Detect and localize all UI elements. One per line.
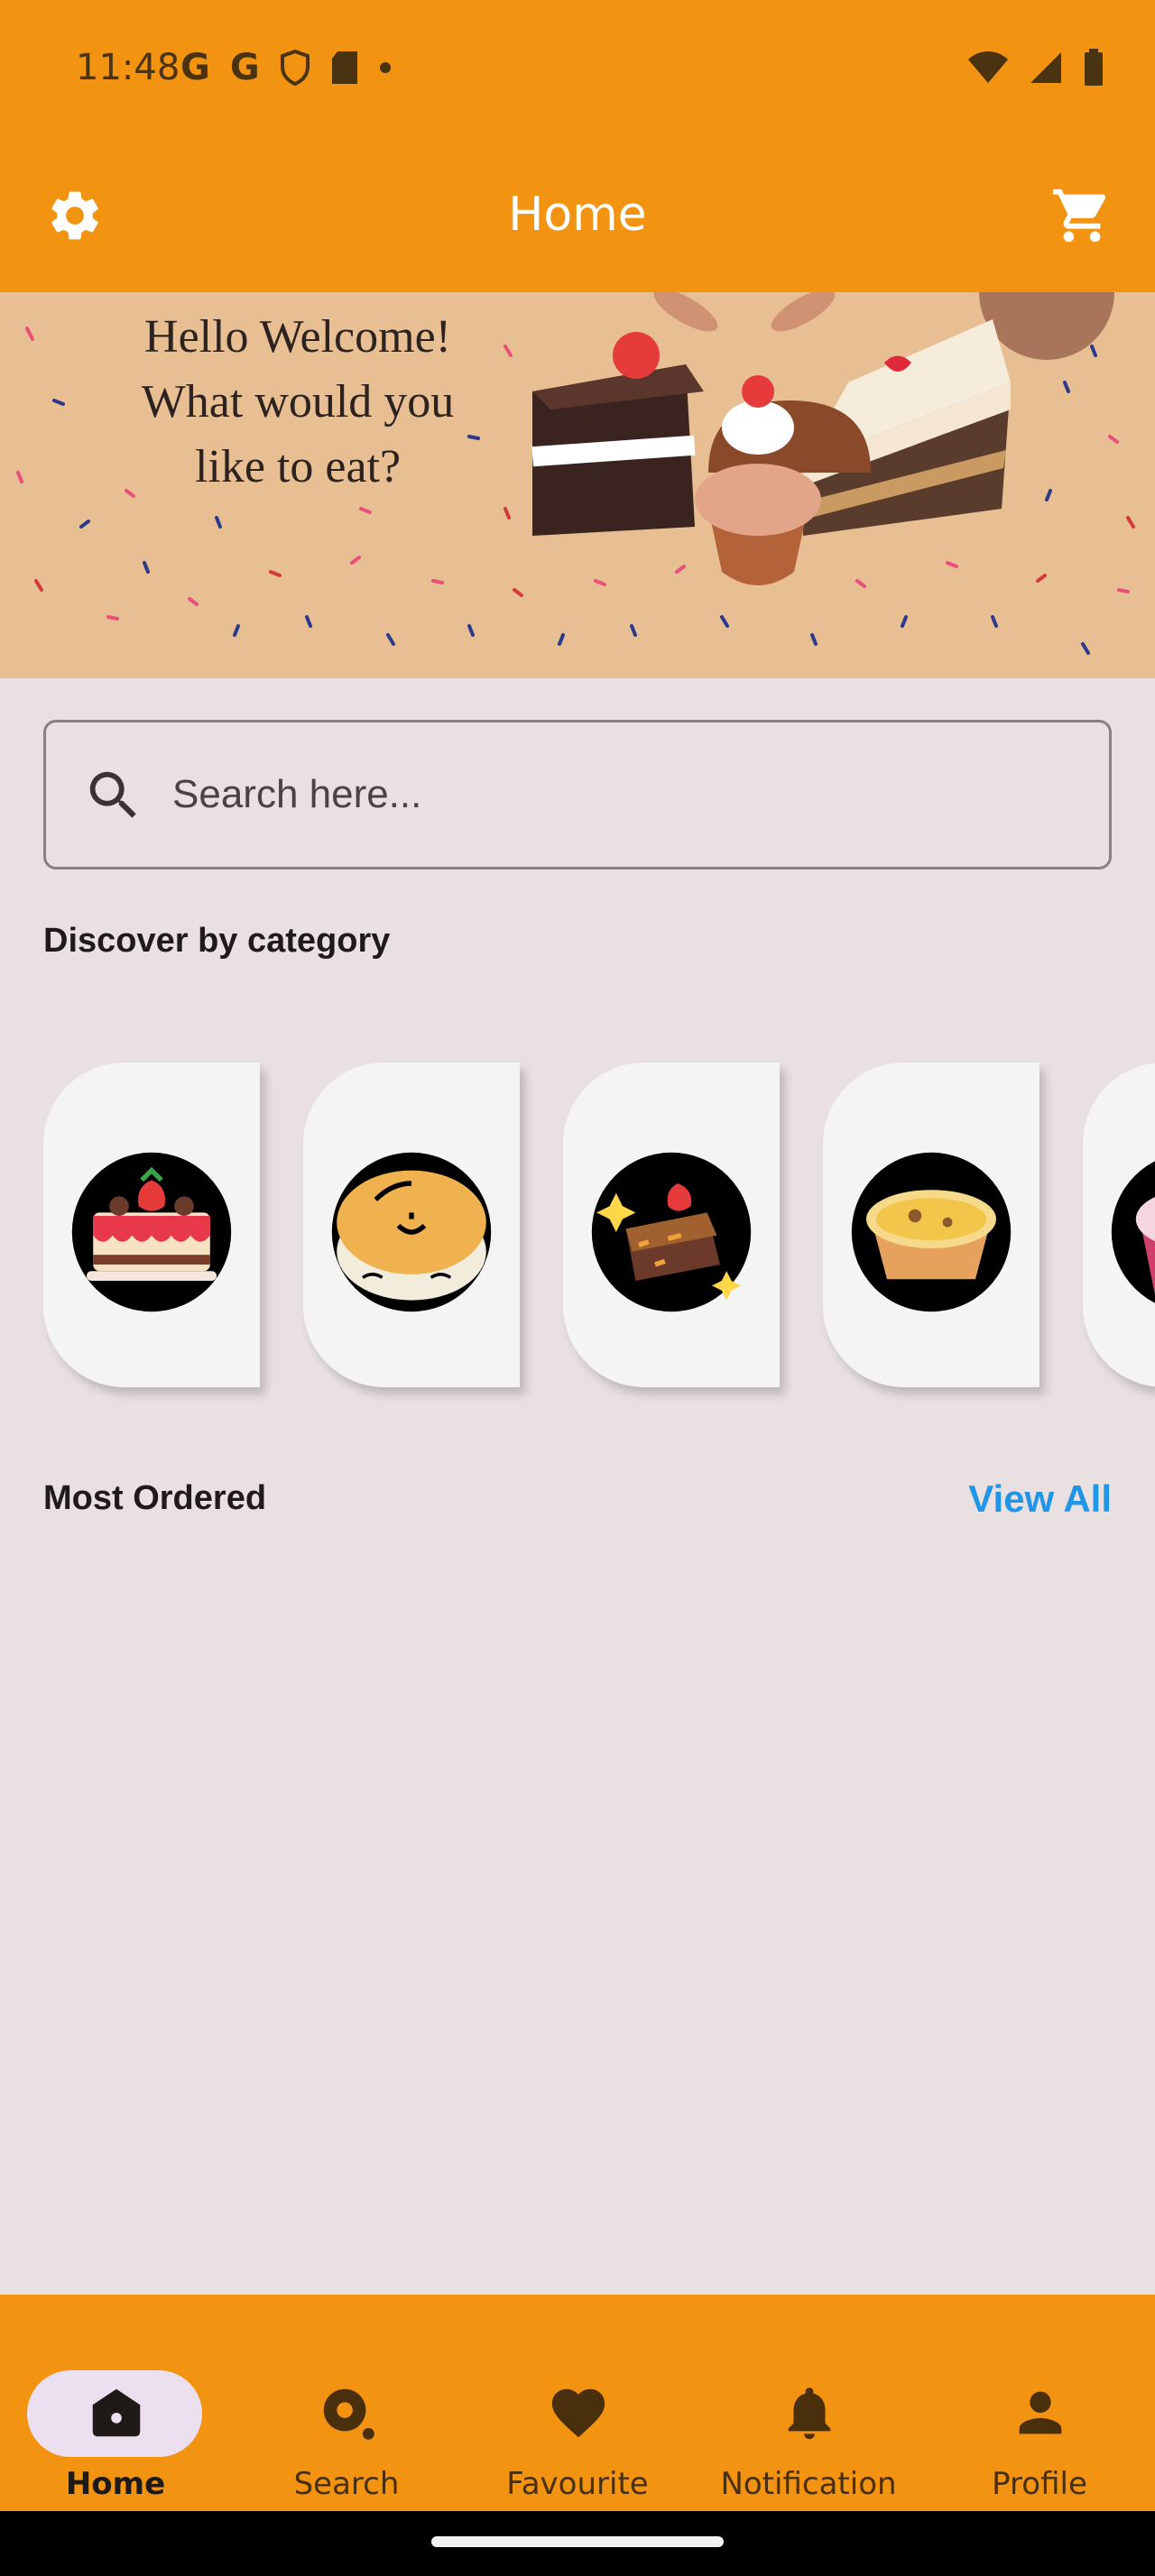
welcome-banner: Hello Welcome! What would you like to ea… xyxy=(0,292,1155,678)
nav-item-profile[interactable]: Profile xyxy=(924,2331,1155,2502)
category-card-cupcake[interactable] xyxy=(1083,1063,1155,1387)
categories-title: Discover by category xyxy=(43,922,391,960)
person-icon xyxy=(1019,2391,1062,2434)
signal-icon xyxy=(1030,52,1061,83)
app-bar: Home xyxy=(0,144,1155,292)
banner-cakes-image xyxy=(531,292,1114,585)
dot-icon xyxy=(379,62,391,73)
app-screen: 11:48 G G Home Hello Welcome! What would… xyxy=(0,0,1155,2576)
cupcake-icon xyxy=(1111,1161,1155,1303)
nav-item-favourite[interactable]: Favourite xyxy=(462,2331,693,2502)
view-all-link[interactable]: View All xyxy=(968,1477,1112,1521)
bell-icon xyxy=(788,2387,831,2440)
page-title: Home xyxy=(508,188,647,242)
status-time: 11:48 xyxy=(76,47,180,88)
status-right-icons xyxy=(967,49,1104,87)
most-ordered-title: Most Ordered xyxy=(43,1479,267,1517)
status-left-icons: G G xyxy=(180,47,392,88)
welcome-line-2: What would you xyxy=(141,376,455,428)
home-gesture-bar[interactable] xyxy=(431,2536,724,2547)
cake-icon xyxy=(71,1152,232,1312)
heart-icon xyxy=(551,2388,605,2438)
search-field[interactable] xyxy=(43,720,1112,869)
wifi-icon xyxy=(968,51,1008,83)
nav-item-search[interactable]: Search xyxy=(231,2331,462,2502)
system-gesture-area xyxy=(0,2511,1155,2576)
nav-item-notification[interactable]: Notification xyxy=(693,2331,924,2502)
nav-label-notification: Notification xyxy=(720,2466,897,2502)
welcome-line-1: Hello Welcome! xyxy=(144,311,451,363)
battery-icon xyxy=(1085,49,1103,86)
category-card-egg-tart[interactable] xyxy=(823,1063,1040,1387)
home-icon xyxy=(92,2388,141,2437)
nav-label-favourite: Favourite xyxy=(506,2466,649,2502)
bun-icon xyxy=(331,1152,492,1312)
bottom-navigation: Home Search Favourite Notification Profi… xyxy=(0,2295,1155,2511)
status-bar: 11:48 G G xyxy=(0,0,1155,144)
search-input[interactable] xyxy=(172,759,1057,831)
nav-label-home: Home xyxy=(65,2466,166,2502)
welcome-line-3: like to eat? xyxy=(194,441,402,492)
shield-icon xyxy=(280,50,310,86)
google-icon: G xyxy=(180,47,210,88)
cart-icon[interactable] xyxy=(1050,184,1113,247)
sd-card-icon xyxy=(331,51,357,84)
search-icon xyxy=(89,771,136,818)
welcome-text: Hello Welcome! What would you like to ea… xyxy=(108,305,487,500)
category-card-bun[interactable] xyxy=(303,1063,520,1387)
search-location-icon xyxy=(323,2388,374,2440)
nav-label-search: Search xyxy=(293,2466,400,2502)
nav-label-profile: Profile xyxy=(992,2466,1087,2502)
category-card-cake[interactable] xyxy=(43,1063,260,1387)
category-card-brownie[interactable] xyxy=(563,1063,780,1387)
nav-item-home[interactable]: Home xyxy=(0,2331,231,2502)
egg-tart-icon xyxy=(851,1152,1012,1312)
google-icon: G xyxy=(229,47,260,88)
category-list xyxy=(0,1063,1155,1387)
brownie-icon xyxy=(591,1152,752,1312)
